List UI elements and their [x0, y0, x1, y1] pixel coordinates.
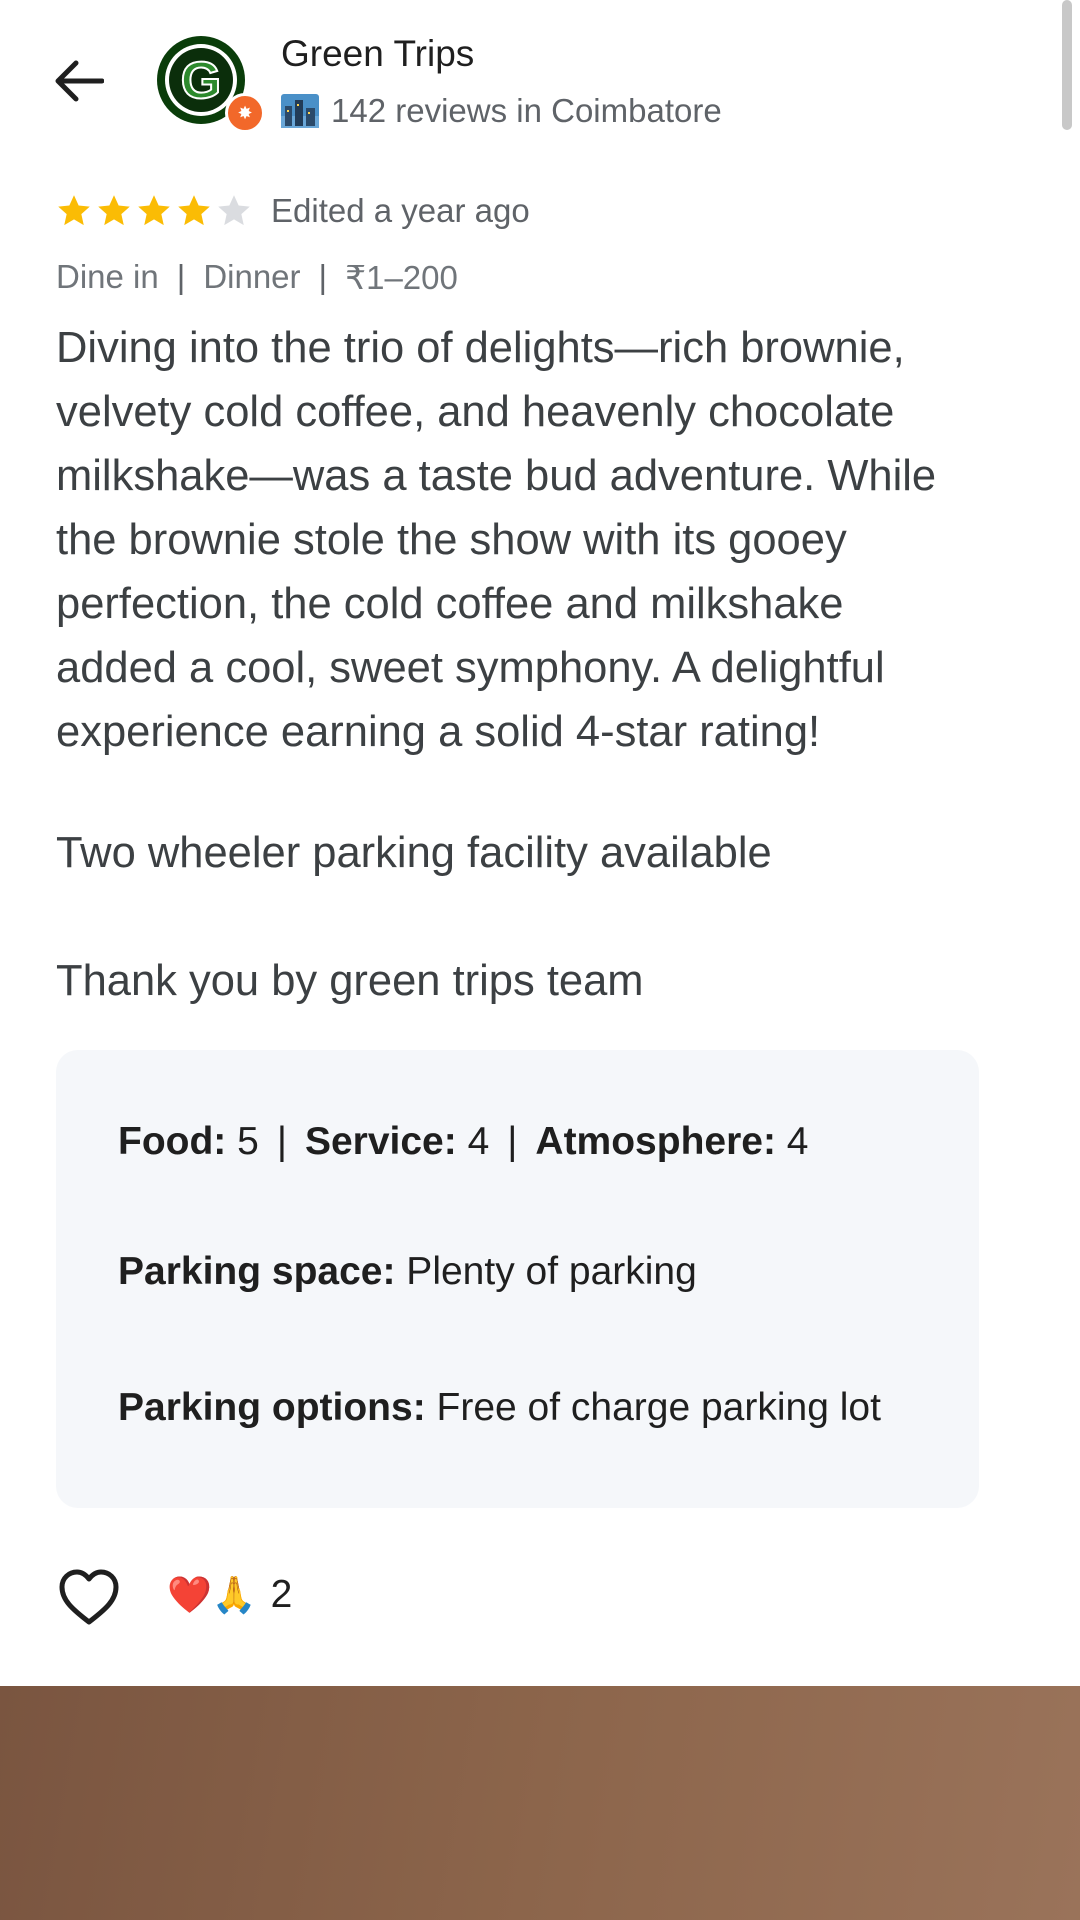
review-line: Diving into the trio of delights—rich br… — [56, 324, 905, 372]
review-line: experience earning a solid 4-star rating… — [56, 708, 821, 756]
star-icon — [98, 195, 130, 226]
review-meta: Dine in | Dinner | ₹1–200 — [56, 258, 458, 296]
atmosphere-label: Atmosphere: — [535, 1120, 776, 1163]
service-value: 4 — [456, 1120, 490, 1163]
back-arrow-icon — [55, 60, 104, 102]
city-icon — [281, 94, 319, 128]
parking-space: Parking space: Plenty of parking — [118, 1250, 697, 1294]
local-guide-badge-icon: ✸ — [225, 93, 265, 133]
food-label: Food: — [118, 1120, 227, 1163]
scrollbar[interactable] — [1062, 0, 1072, 130]
meta-meal-type: Dinner — [203, 258, 301, 295]
reaction-emojis: ❤️🙏 — [167, 1574, 257, 1615]
parking-options-label: Parking options: — [118, 1386, 426, 1429]
meta-service-type: Dine in — [56, 258, 159, 295]
review-line: added a cool, sweet symphony. A delightf… — [56, 644, 885, 692]
review-text: Diving into the trio of delights—rich br… — [56, 316, 1016, 764]
author-name[interactable]: Green Trips — [281, 33, 474, 75]
star-icon — [58, 195, 90, 226]
parking-space-value: Plenty of parking — [395, 1250, 697, 1293]
food-value: 5 — [226, 1120, 259, 1163]
review-parking-note: Two wheeler parking facility available — [56, 829, 772, 877]
review-line: velvety cold coffee, and heavenly chocol… — [56, 388, 895, 436]
review-signoff: Thank you by green trips team — [56, 957, 644, 1005]
heart-outline-icon — [59, 1569, 119, 1625]
meta-price-range: ₹1–200 — [345, 259, 458, 296]
author-subtitle: 142 reviews in Coimbatore — [281, 92, 722, 130]
parking-space-label: Parking space: — [118, 1250, 396, 1293]
review-line: milkshake—was a taste bud adventure. Whi… — [56, 452, 937, 500]
star-icon — [178, 195, 210, 226]
edited-timestamp: Edited a year ago — [271, 192, 530, 229]
review-attributes-card: Food: 5 | Service: 4 | Atmosphere: 4 Parking… — [56, 1050, 979, 1508]
star-rating — [56, 193, 252, 229]
parking-options: Parking options: Free of charge parking … — [118, 1386, 881, 1430]
reactions-summary[interactable]: ❤️🙏 2 — [167, 1573, 292, 1617]
star-icon — [138, 195, 170, 226]
atmosphere-value: 4 — [775, 1120, 809, 1163]
star-icon — [218, 195, 250, 226]
back-button[interactable] — [52, 54, 106, 108]
ratings-breakdown: Food: 5 | Service: 4 | Atmosphere: 4 — [118, 1120, 809, 1163]
avatar-letter: G — [181, 52, 221, 110]
parking-options-value: Free of charge parking lot — [425, 1386, 881, 1429]
service-label: Service: — [304, 1120, 457, 1163]
review-line: the brownie stole the show with its gooe… — [56, 516, 847, 564]
reaction-count: 2 — [270, 1573, 293, 1616]
author-reviews-count: 142 reviews in Coimbatore — [331, 92, 722, 129]
review-line: perfection, the cold coffee and milkshak… — [56, 580, 844, 628]
review-photo[interactable] — [0, 1686, 1080, 1920]
like-button[interactable] — [58, 1569, 120, 1627]
